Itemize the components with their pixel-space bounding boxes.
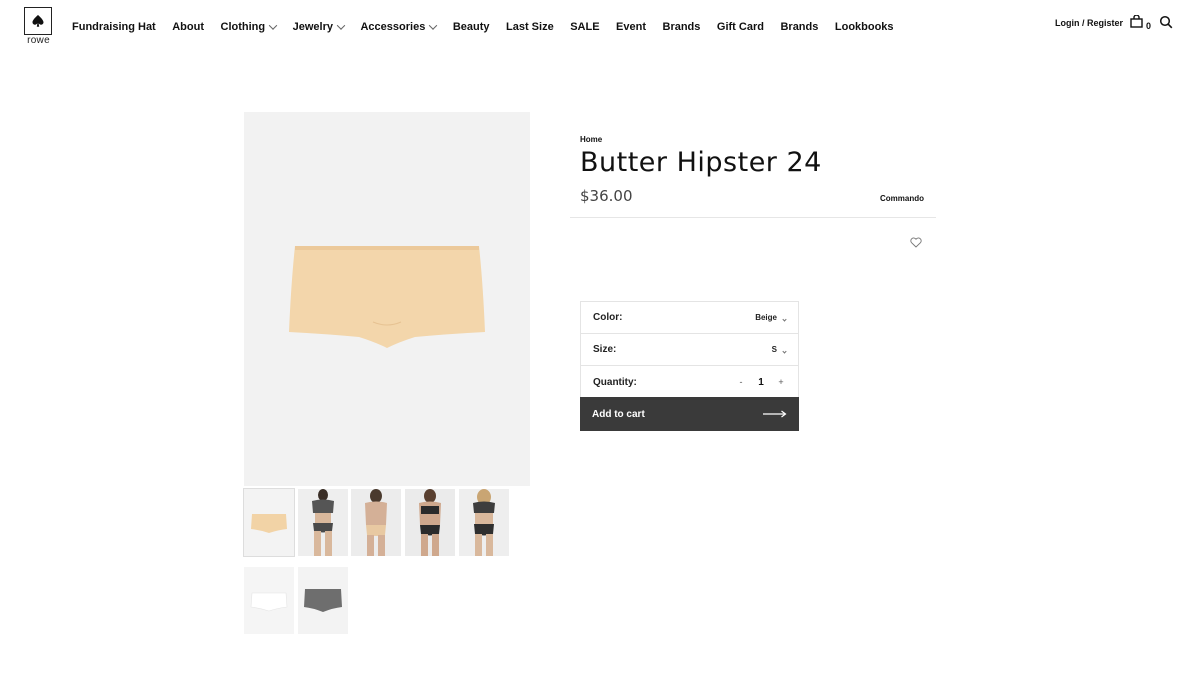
product-thumb-image xyxy=(298,567,348,634)
main-nav: Fundraising Hat About Clothing Jewelry A… xyxy=(72,21,910,33)
nav-label: Fundraising Hat xyxy=(72,21,156,33)
beige-hipster-image xyxy=(289,246,485,348)
quantity-increase-button[interactable]: + xyxy=(776,377,786,387)
arrow-right-icon xyxy=(763,410,787,418)
search-button[interactable] xyxy=(1159,15,1173,29)
nav-item-lookbooks[interactable]: Lookbooks xyxy=(835,21,894,33)
divider xyxy=(570,217,936,218)
thumbnail-model-back-black[interactable] xyxy=(459,489,509,556)
nav-label: Beauty xyxy=(452,21,490,33)
nav-item-beauty[interactable]: Beauty xyxy=(453,21,490,33)
model-thumb-image xyxy=(405,489,455,556)
logo[interactable]: rowe xyxy=(24,7,53,46)
breadcrumb-home[interactable]: Home xyxy=(580,135,602,144)
color-label: Color: xyxy=(593,312,623,323)
nav-item-event[interactable]: Event xyxy=(616,21,646,33)
chevron-down-icon xyxy=(336,21,346,30)
thumbnail-grey-flat[interactable] xyxy=(298,567,348,634)
quantity-decrease-button[interactable]: - xyxy=(736,377,746,387)
thumbnail-model-front-grey[interactable] xyxy=(298,489,348,556)
nav-item-last-size[interactable]: Last Size xyxy=(506,21,554,33)
nav-label: Brands xyxy=(780,21,819,33)
quantity-value[interactable]: 1 xyxy=(756,377,766,388)
nav-label: About xyxy=(172,21,204,33)
cart-count: 0 xyxy=(1146,21,1152,31)
search-icon xyxy=(1159,15,1173,29)
nav-label: Brands xyxy=(662,21,701,33)
chevron-down-icon xyxy=(268,21,278,30)
nav-label: Last Size xyxy=(506,21,554,33)
product-title: Butter Hipster 24 xyxy=(580,147,822,178)
nav-label: SALE xyxy=(570,21,600,33)
nav-label: Jewelry xyxy=(292,21,333,33)
chevron-down-icon xyxy=(782,317,787,322)
quantity-row: Quantity: - 1 + xyxy=(581,366,798,398)
login-register-link[interactable]: Login / Register xyxy=(1055,18,1123,28)
nav-label: Lookbooks xyxy=(834,21,894,33)
product-options: Color: Beige Size: S Quantity: - 1 + xyxy=(580,301,799,399)
spade-logo-icon xyxy=(24,7,52,35)
thumbnail-model-back-beige[interactable] xyxy=(351,489,401,556)
size-select[interactable]: S xyxy=(771,345,787,354)
model-thumb-image xyxy=(459,489,509,556)
color-value: Beige xyxy=(755,313,777,322)
product-thumb-image xyxy=(244,567,294,634)
color-select[interactable]: Beige xyxy=(755,313,787,322)
thumbnail-white-flat[interactable] xyxy=(244,567,294,634)
nav-label: Accessories xyxy=(360,21,426,33)
nav-label: Event xyxy=(616,21,646,33)
cart-button[interactable]: 0 xyxy=(1130,14,1152,31)
chevron-down-icon xyxy=(782,349,787,354)
nav-label: Clothing xyxy=(220,21,266,33)
nav-item-sale[interactable]: SALE xyxy=(570,21,599,33)
quantity-label: Quantity: xyxy=(593,376,637,388)
quantity-stepper: - 1 + xyxy=(736,377,786,388)
color-row: Color: Beige xyxy=(581,302,798,334)
shopping-bag-icon xyxy=(1130,14,1143,28)
nav-item-accessories[interactable]: Accessories xyxy=(360,21,438,33)
model-thumb-image xyxy=(298,489,348,556)
nav-item-gift-card[interactable]: Gift Card xyxy=(717,21,764,33)
product-thumb-image xyxy=(244,489,294,556)
heart-icon xyxy=(910,237,922,248)
thumbnail-model-front-black[interactable] xyxy=(405,489,455,556)
size-row: Size: S xyxy=(581,334,798,366)
add-to-cart-label: Add to cart xyxy=(592,408,645,420)
nav-item-fundraising-hat[interactable]: Fundraising Hat xyxy=(72,21,156,33)
logo-text: rowe xyxy=(27,35,50,46)
size-label: Size: xyxy=(593,344,617,355)
nav-item-about[interactable]: About xyxy=(172,21,204,33)
chevron-down-icon xyxy=(429,21,438,30)
nav-item-brands[interactable]: Brands xyxy=(663,21,701,33)
wishlist-button[interactable] xyxy=(910,235,923,248)
main-product-image[interactable] xyxy=(244,112,530,486)
nav-item-brands-2[interactable]: Brands xyxy=(780,21,818,33)
nav-item-jewelry[interactable]: Jewelry xyxy=(292,21,346,33)
model-thumb-image xyxy=(351,489,401,556)
thumbnail-beige-flat[interactable] xyxy=(243,488,295,557)
brand-link[interactable]: Commando xyxy=(880,194,924,203)
nav-item-clothing[interactable]: Clothing xyxy=(220,21,278,33)
add-to-cart-button[interactable]: Add to cart xyxy=(580,397,799,431)
product-price: $36.00 xyxy=(580,187,633,205)
nav-label: Gift Card xyxy=(716,21,764,33)
size-value: S xyxy=(771,345,777,354)
